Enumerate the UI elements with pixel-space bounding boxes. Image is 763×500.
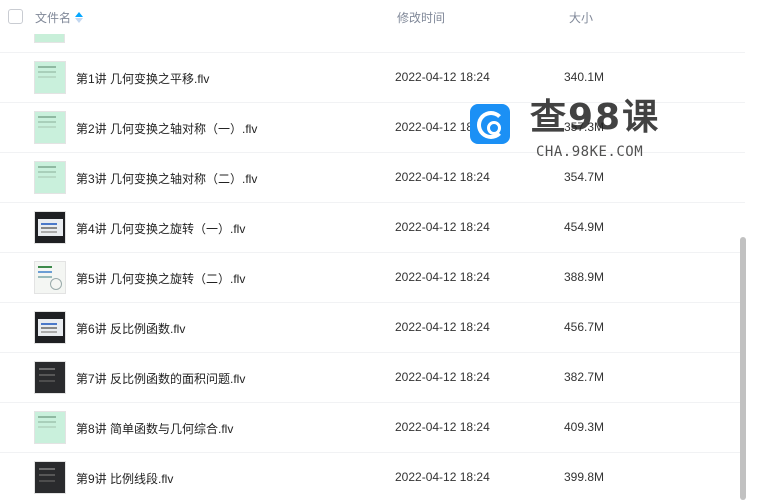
file-name[interactable]: 第2讲 几何变换之轴对称（一）.flv — [76, 120, 257, 137]
scrollbar-track[interactable] — [745, 0, 763, 500]
file-size: 388.9M — [564, 270, 605, 284]
file-size: 340.1M — [564, 70, 605, 84]
table-row[interactable]: 第5讲 几何变换之旋转（二）.flv 2022-04-12 18:24 388.… — [0, 253, 745, 303]
file-name[interactable]: 第3讲 几何变换之轴对称（二）.flv — [76, 170, 257, 187]
file-list-header: 文件名 修改时间 大小 — [0, 0, 745, 34]
table-row[interactable]: 第7讲 反比例函数的面积问题.flv 2022-04-12 18:24 382.… — [0, 353, 745, 403]
video-thumbnail — [34, 211, 66, 244]
video-thumbnail — [34, 261, 66, 294]
file-size: 382.7M — [564, 370, 605, 384]
watermark: 查98课 CHA.98KE.COM — [470, 96, 670, 166]
video-thumbnail — [34, 61, 66, 94]
table-row[interactable]: 第9讲 比例线段.flv 2022-04-12 18:24 399.8M — [0, 453, 745, 500]
file-size: 399.8M — [564, 470, 605, 484]
column-header-name[interactable]: 文件名 — [35, 9, 84, 26]
file-modified-time: 2022-04-12 18:24 — [395, 320, 490, 334]
table-row[interactable]: 第4讲 几何变换之旋转（一）.flv 2022-04-12 18:24 454.… — [0, 203, 745, 253]
file-name[interactable]: 第7讲 反比例函数的面积问题.flv — [76, 370, 245, 387]
file-modified-time: 2022-04-12 18:24 — [395, 420, 490, 434]
file-name[interactable]: 第9讲 比例线段.flv — [76, 470, 173, 487]
column-header-time[interactable]: 修改时间 — [397, 9, 445, 26]
table-row[interactable]: 第8讲 简单函数与几何综合.flv 2022-04-12 18:24 409.3… — [0, 403, 745, 453]
file-modified-time: 2022-04-12 18:24 — [395, 370, 490, 384]
table-row-partial[interactable] — [0, 34, 745, 53]
watermark-title: 查98课 — [530, 97, 661, 138]
file-modified-time: 2022-04-12 18:24 — [395, 170, 490, 184]
file-name[interactable]: 第5讲 几何变换之旋转（二）.flv — [76, 270, 245, 287]
video-thumbnail — [34, 34, 65, 43]
video-thumbnail — [34, 111, 66, 144]
file-modified-time: 2022-04-12 18:24 — [395, 470, 490, 484]
file-size: 456.7M — [564, 320, 605, 334]
video-thumbnail — [34, 411, 66, 444]
file-modified-time: 2022-04-12 18:24 — [395, 220, 490, 234]
file-modified-time: 2022-04-12 18:24 — [395, 270, 490, 284]
file-name[interactable]: 第8讲 简单函数与几何综合.flv — [76, 420, 233, 437]
select-all-checkbox[interactable] — [8, 9, 23, 24]
table-row[interactable]: 第6讲 反比例函数.flv 2022-04-12 18:24 456.7M — [0, 303, 745, 353]
column-header-size[interactable]: 大小 — [569, 9, 593, 26]
watermark-subtitle: CHA.98KE.COM — [536, 144, 644, 160]
video-thumbnail — [34, 361, 66, 394]
video-thumbnail — [34, 461, 66, 494]
video-thumbnail — [34, 161, 66, 194]
sort-icon[interactable] — [75, 12, 84, 23]
file-size: 454.9M — [564, 220, 605, 234]
file-size: 409.3M — [564, 420, 605, 434]
file-modified-time: 2022-04-12 18:24 — [395, 70, 490, 84]
scrollbar-thumb[interactable] — [740, 237, 746, 500]
file-name[interactable]: 第1讲 几何变换之平移.flv — [76, 70, 209, 87]
file-name[interactable]: 第6讲 反比例函数.flv — [76, 320, 185, 337]
video-thumbnail — [34, 311, 66, 344]
file-size: 354.7M — [564, 170, 605, 184]
file-name[interactable]: 第4讲 几何变换之旋转（一）.flv — [76, 220, 245, 237]
search-logo-icon — [470, 104, 510, 144]
